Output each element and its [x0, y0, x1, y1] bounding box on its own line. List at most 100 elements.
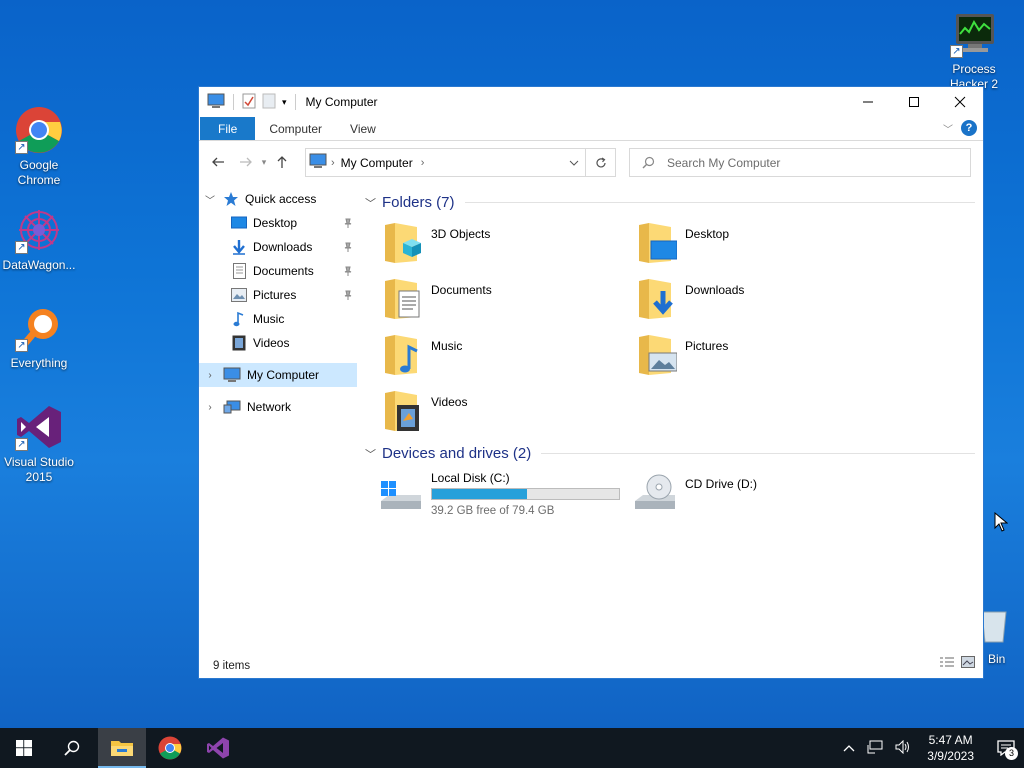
shortcut-arrow-icon: ↗ [950, 45, 963, 58]
chevron-down-icon[interactable]: ﹀ [365, 446, 376, 462]
folders-group-header[interactable]: ﹀ Folders (7) [365, 194, 975, 211]
taskbar-visual-studio[interactable] [194, 728, 242, 768]
tab-computer[interactable]: Computer [255, 117, 336, 140]
nav-quick-access[interactable]: ﹀ Quick access [199, 187, 357, 211]
tab-view[interactable]: View [336, 117, 390, 140]
file-explorer-window[interactable]: ▾ My Computer File Computer View ﹀ ? ▾ ›… [198, 86, 984, 679]
nav-item-label: Pictures [253, 288, 297, 302]
network-status-icon[interactable] [861, 740, 889, 757]
pin-icon[interactable] [343, 217, 353, 231]
help-icon[interactable]: ? [961, 120, 977, 136]
start-button[interactable] [0, 728, 48, 768]
desktop-icon-everything[interactable]: ↗ Everything [1, 304, 77, 371]
minimize-button[interactable] [845, 87, 891, 117]
folder-desktop-icon [639, 223, 677, 263]
folder-label: Desktop [685, 227, 730, 241]
file-explorer-icon [111, 741, 133, 756]
close-button[interactable] [937, 87, 983, 117]
network-icon [223, 399, 241, 415]
folder-documents-icon [385, 279, 420, 319]
nav-item-videos[interactable]: Videos [199, 331, 357, 355]
chevron-right-icon[interactable]: › [203, 402, 217, 413]
search-input[interactable]: Search My Computer [629, 148, 971, 177]
computer-icon [207, 93, 225, 112]
nav-item-label: Quick access [245, 192, 317, 206]
status-item-count: 9 items [213, 660, 251, 672]
nav-item-my-computer[interactable]: › My Computer [199, 363, 357, 387]
windows-drive-icon [381, 481, 421, 509]
properties-icon[interactable] [242, 93, 256, 112]
nav-item-music[interactable]: Music [199, 307, 357, 331]
datawagon-icon: ↗ [15, 206, 63, 254]
pin-icon[interactable] [343, 289, 353, 303]
window-title: My Computer [305, 95, 378, 109]
desktop-icon-process-hacker[interactable]: ↗ Process Hacker 2 [936, 10, 1012, 92]
system-tray: 5:47 AM 3/9/2023 3 [837, 728, 1024, 768]
drive-usage-fill [432, 489, 527, 499]
visual-studio-icon [207, 737, 229, 759]
search-button[interactable] [48, 728, 96, 768]
visual-studio-icon: ↗ [15, 403, 63, 451]
maximize-button[interactable] [891, 87, 937, 117]
drive-local-c[interactable]: Local Disk (C:) 39.2 GB free of 79.4 GB [379, 471, 620, 521]
title-bar[interactable]: ▾ My Computer [199, 87, 983, 117]
taskbar-file-explorer[interactable] [98, 728, 146, 768]
pin-icon[interactable] [343, 241, 353, 255]
forward-button[interactable] [235, 151, 257, 173]
new-folder-icon[interactable] [262, 93, 276, 112]
desktop-icon-datawagon[interactable]: ↗ DataWagon... [1, 206, 77, 273]
folder-videos[interactable]: Videos [383, 389, 623, 441]
chrome-icon: ↗ [15, 106, 63, 154]
recent-locations-button[interactable]: ▾ [257, 151, 271, 173]
folder-label: Music [431, 339, 463, 353]
folder-music[interactable]: Music [383, 333, 623, 385]
folder-3d-objects-icon [385, 223, 421, 263]
details-view-icon[interactable] [939, 656, 955, 671]
nav-item-label: My Computer [247, 368, 320, 382]
show-hidden-icons-chevron-icon[interactable] [837, 741, 861, 755]
desktop-icon-label: DataWagon... [2, 258, 76, 272]
customize-toolbar-chevron-icon[interactable]: ▾ [282, 97, 287, 108]
address-path[interactable]: My Computer [341, 156, 413, 170]
up-button[interactable] [271, 151, 293, 173]
nav-item-network[interactable]: › Network [199, 395, 357, 419]
chevron-down-icon[interactable]: ﹀ [365, 195, 376, 211]
breadcrumb-chevron-icon[interactable]: › [421, 157, 425, 169]
volume-icon[interactable] [889, 739, 917, 757]
nav-item-documents[interactable]: Documents [199, 259, 357, 283]
drives-group-header[interactable]: ﹀ Devices and drives (2) [365, 445, 975, 462]
expand-ribbon-chevron-icon[interactable]: ﹀ [943, 121, 953, 136]
chevron-down-icon[interactable]: ﹀ [203, 192, 217, 207]
search-placeholder: Search My Computer [667, 155, 781, 170]
drive-cd-d[interactable]: CD Drive (D:) [633, 471, 757, 521]
film-strip-icon [231, 335, 247, 351]
folder-downloads[interactable]: Downloads [637, 277, 877, 329]
folder-desktop[interactable]: Desktop [637, 221, 877, 273]
tab-file[interactable]: File [200, 117, 256, 140]
nav-item-downloads[interactable]: Downloads [199, 235, 357, 259]
breadcrumb-separator-icon[interactable]: › [331, 157, 335, 169]
action-center-button[interactable]: 3 [988, 728, 1024, 768]
download-arrow-icon [231, 239, 247, 255]
folder-3d-objects[interactable]: 3D Objects [383, 221, 623, 273]
shortcut-arrow-icon: ↗ [15, 241, 28, 254]
refresh-button[interactable] [586, 148, 616, 177]
pin-icon[interactable] [343, 265, 353, 279]
group-heading: Devices and drives (2) [382, 445, 532, 462]
large-icons-view-icon[interactable] [961, 656, 975, 671]
chevron-right-icon[interactable]: › [203, 370, 217, 381]
taskbar-clock[interactable]: 5:47 AM 3/9/2023 [927, 732, 974, 764]
taskbar-chrome[interactable] [146, 728, 194, 768]
back-button[interactable] [207, 151, 229, 173]
desktop-icon-label: Visual Studio 2015 [4, 455, 74, 484]
process-hacker-icon: ↗ [950, 10, 998, 58]
nav-item-desktop[interactable]: Desktop [199, 211, 357, 235]
desktop-icon-chrome[interactable]: ↗ Google Chrome [1, 106, 77, 188]
address-history-dropdown[interactable] [561, 149, 585, 176]
folder-label: 3D Objects [431, 227, 491, 241]
folder-documents[interactable]: Documents [383, 277, 623, 329]
desktop-icon-visual-studio[interactable]: ↗ Visual Studio 2015 [1, 403, 77, 485]
folder-pictures[interactable]: Pictures [637, 333, 877, 385]
nav-item-pictures[interactable]: Pictures [199, 283, 357, 307]
address-bar[interactable]: › My Computer › [305, 148, 586, 177]
